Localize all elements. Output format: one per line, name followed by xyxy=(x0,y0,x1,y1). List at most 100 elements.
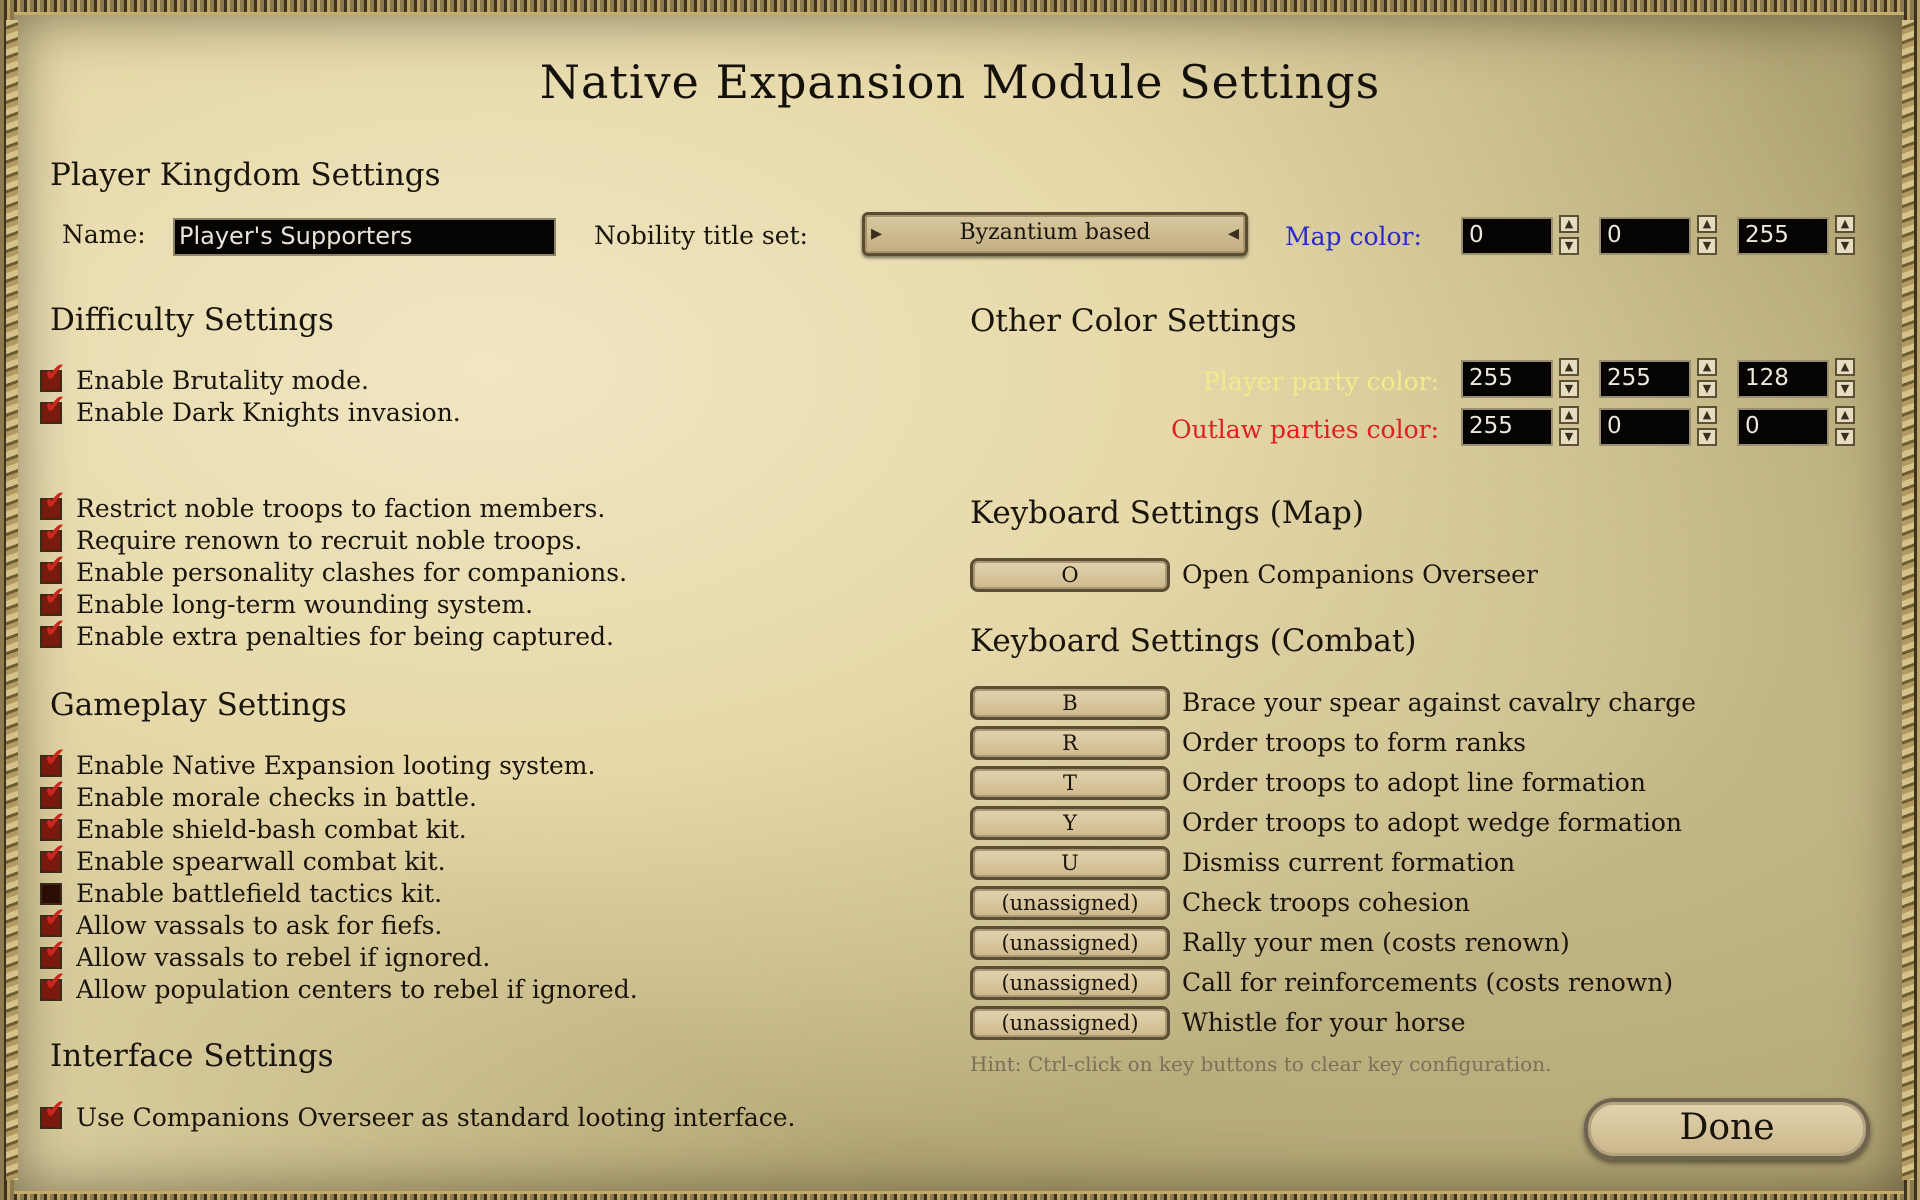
hint-text: Hint: Ctrl-click on key buttons to clear… xyxy=(970,1052,1552,1076)
map-color-red-down-arrow-icon[interactable]: ▼ xyxy=(1559,237,1579,255)
map-color-red-up-arrow-icon[interactable]: ▲ xyxy=(1559,215,1579,233)
done-button[interactable]: Done xyxy=(1584,1098,1870,1160)
checkbox-checked[interactable]: ✔ xyxy=(40,905,66,937)
checkbox-checked[interactable]: ✔ xyxy=(40,552,66,584)
player-party-color-blue-down-arrow-icon[interactable]: ▼ xyxy=(1835,380,1855,398)
outlaw-color-green-input[interactable]: 0 xyxy=(1599,408,1691,446)
map-color-blue-up-arrow-icon[interactable]: ▲ xyxy=(1835,215,1855,233)
checkbox-checked[interactable]: ✔ xyxy=(40,584,66,616)
outlaw-color-red-down-arrow-icon[interactable]: ▼ xyxy=(1559,428,1579,446)
map-color-label: Map color: xyxy=(1285,222,1422,251)
map-action-label: Open Companions Overseer xyxy=(1182,560,1538,589)
checkbox-checked[interactable]: ✔ xyxy=(40,745,66,777)
checkbox-checked[interactable]: ✔ xyxy=(40,809,66,841)
checkbox-label: Enable Native Expansion looting system. xyxy=(76,751,596,780)
keyboard-combat-heading: Keyboard Settings (Combat) xyxy=(970,623,1417,659)
checkmark-icon: ✔ xyxy=(44,582,66,612)
keyboard-map-heading: Keyboard Settings (Map) xyxy=(970,495,1364,531)
checkbox-label: Restrict noble troops to faction members… xyxy=(76,494,606,523)
checkmark-icon: ✔ xyxy=(44,743,66,773)
player-party-color-green-input[interactable]: 255 xyxy=(1599,360,1691,398)
outlaw-color-green-up-arrow-icon[interactable]: ▲ xyxy=(1697,406,1717,424)
player-party-color-red-input[interactable]: 255 xyxy=(1461,360,1553,398)
checkmark-icon: ✔ xyxy=(44,839,66,869)
combat-key-button[interactable]: Y xyxy=(970,806,1170,840)
combat-action-label: Order troops to form ranks xyxy=(1182,728,1526,757)
combat-key-button[interactable]: T xyxy=(970,766,1170,800)
combat-action-label: Dismiss current formation xyxy=(1182,848,1516,877)
combat-key-button[interactable]: R xyxy=(970,726,1170,760)
player-party-color-blue-input[interactable]: 128 xyxy=(1737,360,1829,398)
nobility-selected-value: Byzantium based xyxy=(959,220,1151,245)
checkmark-icon: ✔ xyxy=(44,935,66,965)
other-color-heading: Other Color Settings xyxy=(970,303,1297,339)
outlaw-color-blue-up-arrow-icon[interactable]: ▲ xyxy=(1835,406,1855,424)
checkbox-checked[interactable]: ✔ xyxy=(40,777,66,809)
rope-border-right xyxy=(1902,20,1914,1180)
checkbox-label: Enable personality clashes for companion… xyxy=(76,558,628,587)
checkbox-label: Enable spearwall combat kit. xyxy=(76,847,446,876)
interface-heading: Interface Settings xyxy=(50,1038,334,1074)
map-color-green-input[interactable]: 0 xyxy=(1599,217,1691,255)
map-color-green-down-arrow-icon[interactable]: ▼ xyxy=(1697,237,1717,255)
checkbox-label: Require renown to recruit noble troops. xyxy=(76,526,583,555)
outlaw-color-blue-input[interactable]: 0 xyxy=(1737,408,1829,446)
checkbox-label: Enable shield-bash combat kit. xyxy=(76,815,467,844)
combat-key-button[interactable]: U xyxy=(970,846,1170,880)
combat-action-label: Order troops to adopt line formation xyxy=(1182,768,1646,797)
arrow-right-icon: ◂ xyxy=(1227,221,1239,246)
checkbox-checked[interactable]: ✔ xyxy=(40,841,66,873)
outlaw-color-red-input[interactable]: 255 xyxy=(1461,408,1553,446)
checkmark-icon: ✔ xyxy=(44,518,66,548)
checkbox-label: Enable battlefield tactics kit. xyxy=(76,879,443,908)
combat-key-button[interactable]: (unassigned) xyxy=(970,966,1170,1000)
kingdom-name-input[interactable]: Player's Supporters xyxy=(173,218,556,256)
combat-action-label: Order troops to adopt wedge formation xyxy=(1182,808,1683,837)
gameplay-heading: Gameplay Settings xyxy=(50,687,347,723)
map-color-blue-down-arrow-icon[interactable]: ▼ xyxy=(1835,237,1855,255)
map-color-green-up-arrow-icon[interactable]: ▲ xyxy=(1697,215,1717,233)
checkbox-checked[interactable]: ✔ xyxy=(40,1097,66,1129)
checkbox-checked[interactable]: ✔ xyxy=(40,937,66,969)
checkmark-icon: ✔ xyxy=(44,358,66,388)
map-color-blue-input[interactable]: 255 xyxy=(1737,217,1829,255)
checkbox-checked[interactable]: ✔ xyxy=(40,969,66,1001)
difficulty-heading: Difficulty Settings xyxy=(50,302,334,338)
map-color-red-input[interactable]: 0 xyxy=(1461,217,1553,255)
checkmark-icon: ✔ xyxy=(44,390,66,420)
combat-key-button[interactable]: (unassigned) xyxy=(970,886,1170,920)
combat-key-button[interactable]: (unassigned) xyxy=(970,1006,1170,1040)
checkbox-label: Enable extra penalties for being capture… xyxy=(76,622,614,651)
combat-action-label: Rally your men (costs renown) xyxy=(1182,928,1570,957)
checkbox-checked[interactable]: ✔ xyxy=(40,488,66,520)
checkmark-icon: ✔ xyxy=(44,807,66,837)
checkbox-unchecked[interactable] xyxy=(40,883,62,905)
player-kingdom-heading: Player Kingdom Settings xyxy=(50,157,441,193)
name-label: Name: xyxy=(62,220,146,249)
combat-action-label: Call for reinforcements (costs renown) xyxy=(1182,968,1674,997)
nobility-title-dropdown[interactable]: ▸ Byzantium based ◂ xyxy=(862,212,1248,256)
player-party-color-blue-up-arrow-icon[interactable]: ▲ xyxy=(1835,358,1855,376)
checkbox-label: Allow vassals to ask for fiefs. xyxy=(76,911,443,940)
nobility-label: Nobility title set: xyxy=(594,221,808,250)
outlaw-color-blue-down-arrow-icon[interactable]: ▼ xyxy=(1835,428,1855,446)
combat-key-button[interactable]: B xyxy=(970,686,1170,720)
checkbox-checked[interactable]: ✔ xyxy=(40,520,66,552)
combat-key-button[interactable]: (unassigned) xyxy=(970,926,1170,960)
player-party-color-red-up-arrow-icon[interactable]: ▲ xyxy=(1559,358,1579,376)
page-title: Native Expansion Module Settings xyxy=(539,55,1381,109)
checkbox-checked[interactable]: ✔ xyxy=(40,360,66,392)
player-party-color-green-down-arrow-icon[interactable]: ▼ xyxy=(1697,380,1717,398)
checkbox-checked[interactable]: ✔ xyxy=(40,392,66,424)
checkbox-label: Use Companions Overseer as standard loot… xyxy=(76,1103,796,1132)
combat-action-label: Check troops cohesion xyxy=(1182,888,1470,917)
checkbox-checked[interactable]: ✔ xyxy=(40,616,66,648)
outlaw-color-red-up-arrow-icon[interactable]: ▲ xyxy=(1559,406,1579,424)
player-party-color-green-up-arrow-icon[interactable]: ▲ xyxy=(1697,358,1717,376)
map-key-button[interactable]: O xyxy=(970,558,1170,592)
checkbox-label: Enable long-term wounding system. xyxy=(76,590,534,619)
player-party-color-red-down-arrow-icon[interactable]: ▼ xyxy=(1559,380,1579,398)
checkbox-label: Allow population centers to rebel if ign… xyxy=(76,975,638,1004)
outlaw-color-green-down-arrow-icon[interactable]: ▼ xyxy=(1697,428,1717,446)
combat-action-label: Brace your spear against cavalry charge xyxy=(1182,688,1697,717)
